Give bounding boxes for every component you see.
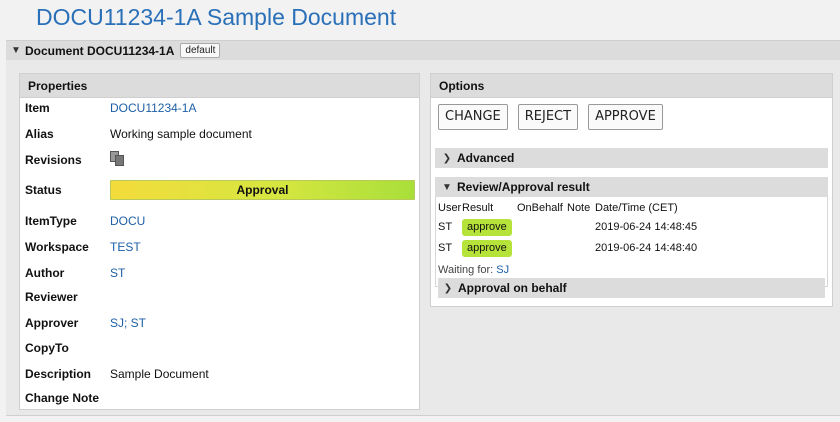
default-tag: default bbox=[180, 43, 221, 58]
properties-title: Properties bbox=[20, 74, 419, 98]
prop-label: Author bbox=[25, 266, 65, 280]
prop-row-author: Author ST bbox=[25, 263, 415, 283]
change-button[interactable]: CHANGE bbox=[438, 104, 508, 130]
row2-result-badge: approve bbox=[462, 240, 512, 257]
prop-row-description: Description Sample Document bbox=[25, 364, 415, 384]
review-section-header[interactable]: ▼ Review/Approval result bbox=[435, 177, 828, 197]
advanced-section-header[interactable]: ❯ Advanced bbox=[435, 148, 828, 168]
options-panel: Options CHANGE REJECT APPROVE ❯ Advanced… bbox=[430, 73, 833, 307]
row2-user: ST bbox=[438, 242, 453, 254]
prop-label: Approver bbox=[25, 316, 79, 330]
row2-datetime: 2019-06-24 14:48:40 bbox=[595, 242, 698, 254]
prop-row-revisions: Revisions bbox=[25, 150, 415, 170]
prop-label: Workspace bbox=[25, 240, 89, 254]
waiting-user-link[interactable]: SJ bbox=[496, 264, 509, 276]
row1-user: ST bbox=[438, 221, 453, 233]
alias-value: Working sample document bbox=[110, 127, 252, 141]
approval-on-behalf-label: Approval on behalf bbox=[458, 281, 567, 295]
col-result: Result bbox=[462, 202, 494, 214]
document-section-body: Properties Item DOCU11234-1A Alias Worki… bbox=[6, 60, 840, 416]
row1-datetime: 2019-06-24 14:48:45 bbox=[595, 221, 698, 233]
review-table: User Result OnBehalf Note Date/Time (CET… bbox=[435, 197, 828, 298]
prop-row-workspace: Workspace TEST bbox=[25, 237, 415, 257]
item-link[interactable]: DOCU11234-1A bbox=[110, 101, 415, 115]
approver-link[interactable]: SJ; ST bbox=[110, 316, 415, 330]
row1-result-badge: approve bbox=[462, 219, 512, 236]
col-note: Note bbox=[567, 202, 591, 214]
action-buttons: CHANGE REJECT APPROVE bbox=[438, 104, 663, 130]
prop-label: Description bbox=[25, 367, 92, 381]
status-value: Approval bbox=[110, 180, 415, 200]
prop-row-reviewer: Reviewer bbox=[25, 287, 415, 307]
waiting-for-line: Waiting for: SJ bbox=[438, 264, 509, 276]
itemtype-link[interactable]: DOCU bbox=[110, 214, 415, 228]
copy-icon[interactable] bbox=[110, 150, 126, 167]
page-title: DOCU11234-1A Sample Document bbox=[36, 4, 397, 30]
prop-row-alias: Alias Working sample document bbox=[25, 124, 415, 144]
approve-button[interactable]: APPROVE bbox=[588, 104, 663, 130]
document-section-title: Document DOCU11234-1A bbox=[25, 43, 175, 58]
chevron-right-icon[interactable]: ❯ bbox=[442, 283, 454, 294]
advanced-label: Advanced bbox=[457, 151, 515, 165]
status-badge: Approval bbox=[110, 180, 415, 200]
workspace-link[interactable]: TEST bbox=[110, 240, 415, 254]
prop-label: Item bbox=[25, 101, 50, 115]
prop-row-itemtype: ItemType DOCU bbox=[25, 211, 415, 231]
approval-on-behalf-header[interactable]: ❯ Approval on behalf bbox=[438, 278, 825, 298]
chevron-down-icon[interactable]: ▼ bbox=[441, 182, 453, 193]
author-link[interactable]: ST bbox=[110, 266, 415, 280]
prop-row-status: Status Approval bbox=[25, 180, 415, 200]
col-datetime: Date/Time (CET) bbox=[595, 202, 678, 214]
document-section-header[interactable]: ▼ Document DOCU11234-1A default bbox=[6, 40, 840, 60]
col-user: User bbox=[438, 202, 462, 214]
prop-label: Revisions bbox=[25, 153, 82, 167]
prop-label: ItemType bbox=[25, 214, 77, 228]
revisions-value bbox=[110, 150, 415, 170]
prop-label: Status bbox=[25, 183, 62, 197]
chevron-right-icon[interactable]: ❯ bbox=[441, 153, 453, 164]
waiting-label: Waiting for: bbox=[438, 264, 494, 276]
chevron-down-icon[interactable]: ▼ bbox=[10, 45, 22, 56]
prop-row-changenote: Change Note bbox=[25, 388, 415, 408]
prop-label: Alias bbox=[25, 127, 54, 141]
prop-label: Change Note bbox=[25, 391, 100, 405]
prop-row-item: Item DOCU11234-1A bbox=[25, 98, 415, 118]
properties-panel: Properties Item DOCU11234-1A Alias Worki… bbox=[19, 73, 420, 410]
reject-button[interactable]: REJECT bbox=[517, 104, 579, 130]
prop-row-approver: Approver SJ; ST bbox=[25, 313, 415, 333]
description-value: Sample Document bbox=[110, 367, 209, 381]
col-onbehalf: OnBehalf bbox=[517, 202, 563, 214]
prop-row-copyto: CopyTo bbox=[25, 338, 415, 358]
options-title: Options bbox=[431, 74, 832, 98]
prop-label: Reviewer bbox=[25, 290, 78, 304]
prop-label: CopyTo bbox=[25, 341, 69, 355]
review-title: Review/Approval result bbox=[457, 180, 590, 194]
